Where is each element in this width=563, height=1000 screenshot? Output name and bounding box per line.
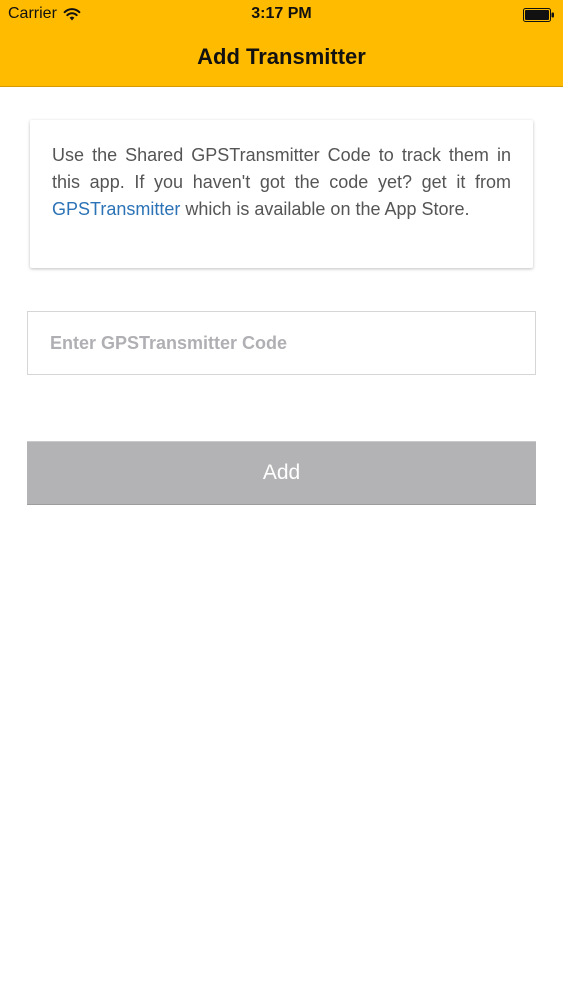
gpstransmitter-link[interactable]: GPSTransmitter [52,199,180,219]
info-card: Use the Shared GPSTransmitter Code to tr… [30,120,533,268]
status-bar: Carrier 3:17 PM [0,0,563,30]
battery-icon [523,8,554,22]
page-title: Add Transmitter [197,44,366,69]
add-button[interactable]: Add [27,441,536,505]
info-text-before: Use the Shared GPSTransmitter Code to tr… [52,145,511,192]
info-description: Use the Shared GPSTransmitter Code to tr… [52,142,511,223]
navigation-bar: Carrier 3:17 PM Add Transmitter [0,0,563,87]
status-time: 3:17 PM [251,5,312,22]
info-text-after: which is available on the App Store. [180,199,470,219]
transmitter-code-input[interactable] [27,311,536,375]
